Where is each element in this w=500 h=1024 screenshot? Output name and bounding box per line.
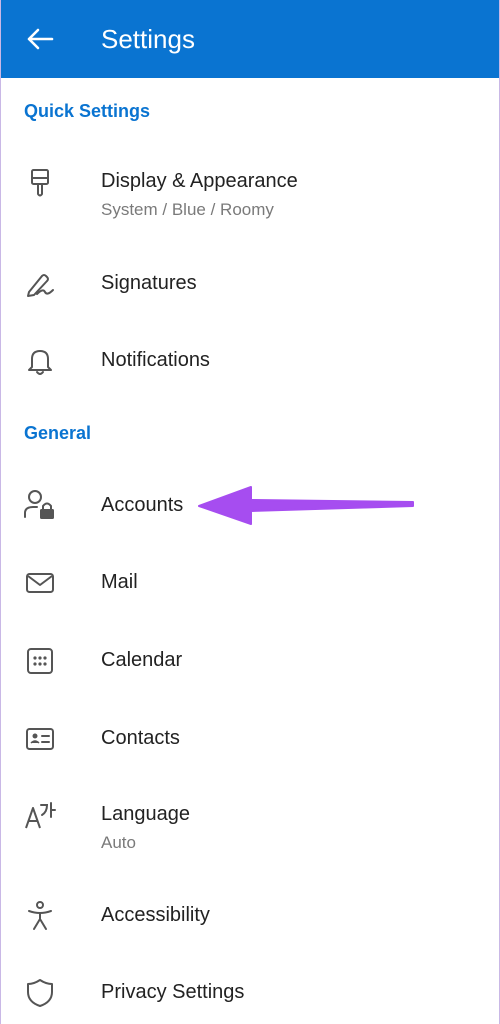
settings-item-label: Display & Appearance bbox=[101, 170, 298, 192]
language-icon bbox=[23, 799, 57, 833]
settings-item-contacts[interactable]: Contacts bbox=[1, 701, 499, 777]
user-lock-icon bbox=[23, 488, 57, 522]
contact-card-icon bbox=[23, 722, 57, 756]
settings-item-label: Mail bbox=[101, 571, 138, 593]
settings-item-calendar[interactable]: Calendar bbox=[1, 623, 499, 699]
settings-item-label: Notifications bbox=[101, 349, 210, 371]
settings-item-subtitle: Auto bbox=[101, 833, 136, 852]
settings-item-label: Accounts bbox=[101, 494, 184, 516]
calendar-icon bbox=[23, 644, 57, 678]
settings-item-label: Contacts bbox=[101, 727, 180, 749]
settings-item-label: Language bbox=[101, 803, 190, 825]
settings-screen: Settings Quick Settings Display & Appear… bbox=[0, 0, 500, 1024]
settings-item-accounts[interactable]: Accounts bbox=[1, 467, 499, 543]
settings-item-subtitle: System / Blue / Roomy bbox=[101, 200, 274, 219]
settings-item-mail[interactable]: Mail bbox=[1, 545, 499, 621]
signature-pen-icon bbox=[23, 267, 57, 301]
settings-item-label: Signatures bbox=[101, 272, 197, 294]
bell-icon bbox=[23, 344, 57, 378]
settings-item-privacy-settings[interactable]: Privacy Settings bbox=[1, 955, 499, 1024]
section-header-quick-settings: Quick Settings bbox=[24, 101, 151, 121]
paintbrush-icon bbox=[23, 166, 57, 200]
envelope-icon bbox=[23, 566, 57, 600]
settings-item-language[interactable]: Language Auto bbox=[1, 778, 499, 854]
settings-item-notifications[interactable]: Notifications bbox=[1, 323, 499, 399]
settings-item-accessibility[interactable]: Accessibility bbox=[1, 878, 499, 954]
app-bar: Settings bbox=[1, 0, 499, 78]
back-button[interactable] bbox=[21, 20, 59, 58]
section-header-general: General bbox=[24, 423, 92, 443]
shield-icon bbox=[23, 976, 57, 1010]
settings-item-display-appearance[interactable]: Display & Appearance System / Blue / Roo… bbox=[1, 145, 499, 221]
settings-item-label: Calendar bbox=[101, 649, 183, 671]
arrow-left-icon bbox=[27, 28, 54, 50]
settings-item-signatures[interactable]: Signatures bbox=[1, 246, 499, 322]
page-title: Settings bbox=[101, 24, 195, 54]
settings-item-label: Accessibility bbox=[101, 904, 210, 926]
accessibility-icon bbox=[23, 899, 57, 933]
settings-item-label: Privacy Settings bbox=[101, 981, 245, 1003]
